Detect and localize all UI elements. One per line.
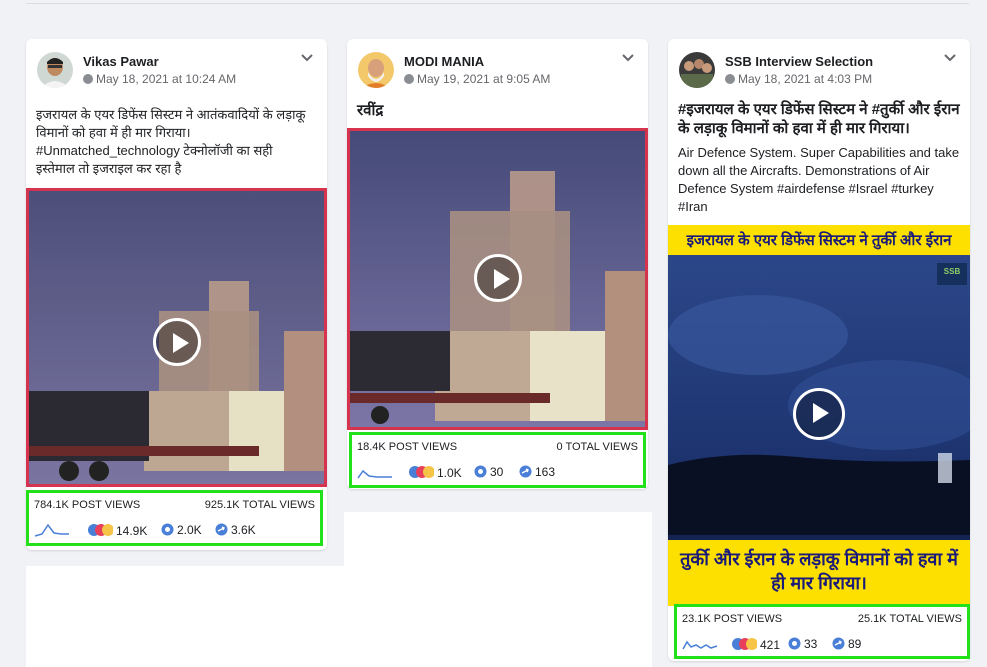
- reactions-count[interactable]: 421: [731, 637, 780, 652]
- video-banner-top: इजरायल के एयर डिफेंस सिस्टम ने तुर्की और…: [686, 232, 952, 249]
- video-banner-bottom: तुर्की और ईरान के लड़ाकू विमानों को हवा …: [680, 549, 958, 593]
- post-author[interactable]: Vikas Pawar: [83, 54, 159, 69]
- play-icon[interactable]: [793, 388, 845, 440]
- channel-logo: SSB: [943, 267, 961, 276]
- post-text: रवींद्र: [357, 102, 384, 119]
- avatar[interactable]: [37, 52, 73, 88]
- post-card-3: SSB Interview Selection May 18, 2021 at …: [668, 39, 970, 661]
- post-author[interactable]: SSB Interview Selection: [725, 54, 873, 69]
- reactions-value: 14.9K: [116, 524, 148, 538]
- globe-icon: [404, 74, 414, 84]
- comment-icon: [788, 637, 801, 650]
- sparkline-icon: [357, 469, 392, 479]
- shares-count[interactable]: 163: [519, 465, 555, 479]
- comments-value: 2.0K: [177, 523, 202, 537]
- share-icon: [519, 465, 532, 478]
- reactions-value: 1.0K: [437, 466, 462, 480]
- play-icon[interactable]: [153, 318, 201, 366]
- chevron-down-icon[interactable]: [299, 49, 315, 65]
- avatar[interactable]: [679, 52, 715, 88]
- avatar[interactable]: [358, 52, 394, 88]
- shares-value: 163: [535, 465, 556, 479]
- post-card-2: MODI MANIA May 19, 2021 at 9:05 AM रवींद…: [347, 39, 648, 489]
- shares-count[interactable]: 89: [832, 637, 861, 651]
- sparkline-icon: [682, 640, 718, 650]
- post-date-text: May 18, 2021 at 10:24 AM: [96, 72, 237, 86]
- video-player[interactable]: [26, 188, 327, 487]
- total-views: 0 TOTAL VIEWS: [556, 441, 638, 453]
- comments-value: 30: [490, 465, 504, 479]
- post-stats-box: 23.1K POST VIEWS 25.1K TOTAL VIEWS 421 3…: [674, 604, 970, 659]
- share-icon: [832, 637, 845, 650]
- avatar-photo-icon: [358, 52, 394, 88]
- video-player[interactable]: इजरायल के एयर डिफेंस सिस्टम ने तुर्की और…: [668, 225, 970, 606]
- post-date[interactable]: May 19, 2021 at 9:05 AM: [404, 72, 550, 86]
- post-text: इजरायल के एयर डिफेंस सिस्टम ने आतंकवादिय…: [36, 107, 306, 176]
- feed-placeholder-2: [344, 512, 652, 667]
- feed-top-divider: [26, 0, 969, 4]
- reactions-value: 421: [760, 638, 781, 652]
- avatar-photo-icon: [37, 52, 73, 88]
- comment-icon: [161, 523, 174, 536]
- globe-icon: [725, 74, 735, 84]
- chevron-down-icon[interactable]: [620, 49, 636, 65]
- post-date-text: May 18, 2021 at 4:03 PM: [738, 72, 873, 86]
- video-player[interactable]: [347, 128, 648, 430]
- like-love-haha-icon: [732, 638, 757, 650]
- post-views: 784.1K POST VIEWS: [34, 499, 141, 511]
- reactions-count[interactable]: 1.0K: [408, 465, 462, 480]
- like-love-haha-icon: [88, 524, 113, 536]
- comment-icon: [474, 465, 487, 478]
- post-views: 23.1K POST VIEWS: [682, 613, 783, 625]
- post-stats-box: 18.4K POST VIEWS 0 TOTAL VIEWS 1.0K 30 1…: [349, 432, 646, 488]
- comments-value: 33: [804, 637, 818, 651]
- post-headline: #इजरायल के एयर डिफेंस सिस्टम ने #तुर्की …: [678, 101, 960, 137]
- post-card-1: Vikas Pawar May 18, 2021 at 10:24 AM इजर…: [26, 39, 327, 550]
- post-date[interactable]: May 18, 2021 at 4:03 PM: [725, 72, 872, 86]
- total-views: 925.1K TOTAL VIEWS: [204, 499, 315, 511]
- post-date[interactable]: May 18, 2021 at 10:24 AM: [83, 72, 236, 86]
- comments-count[interactable]: 2.0K: [161, 523, 202, 537]
- shares-count[interactable]: 3.6K: [215, 523, 256, 537]
- share-icon: [215, 523, 228, 536]
- shares-value: 3.6K: [231, 523, 256, 537]
- comments-count[interactable]: 33: [788, 637, 817, 651]
- post-author[interactable]: MODI MANIA: [404, 54, 484, 69]
- post-text: Air Defence System. Super Capabilities a…: [678, 145, 960, 214]
- avatar-photo-icon: [679, 52, 715, 88]
- shares-value: 89: [848, 637, 862, 651]
- post-views: 18.4K POST VIEWS: [357, 441, 458, 453]
- like-love-haha-icon: [409, 466, 434, 478]
- globe-icon: [83, 74, 93, 84]
- sparkline-icon: [34, 523, 69, 537]
- reactions-count[interactable]: 14.9K: [87, 523, 147, 538]
- chevron-down-icon[interactable]: [942, 49, 958, 65]
- post-stats-box: 784.1K POST VIEWS 925.1K TOTAL VIEWS 14.…: [26, 490, 323, 546]
- play-icon[interactable]: [474, 254, 522, 302]
- comments-count[interactable]: 30: [474, 465, 503, 479]
- total-views: 25.1K TOTAL VIEWS: [857, 613, 962, 625]
- post-date-text: May 19, 2021 at 9:05 AM: [417, 72, 551, 86]
- feed-placeholder-1: [26, 566, 344, 667]
